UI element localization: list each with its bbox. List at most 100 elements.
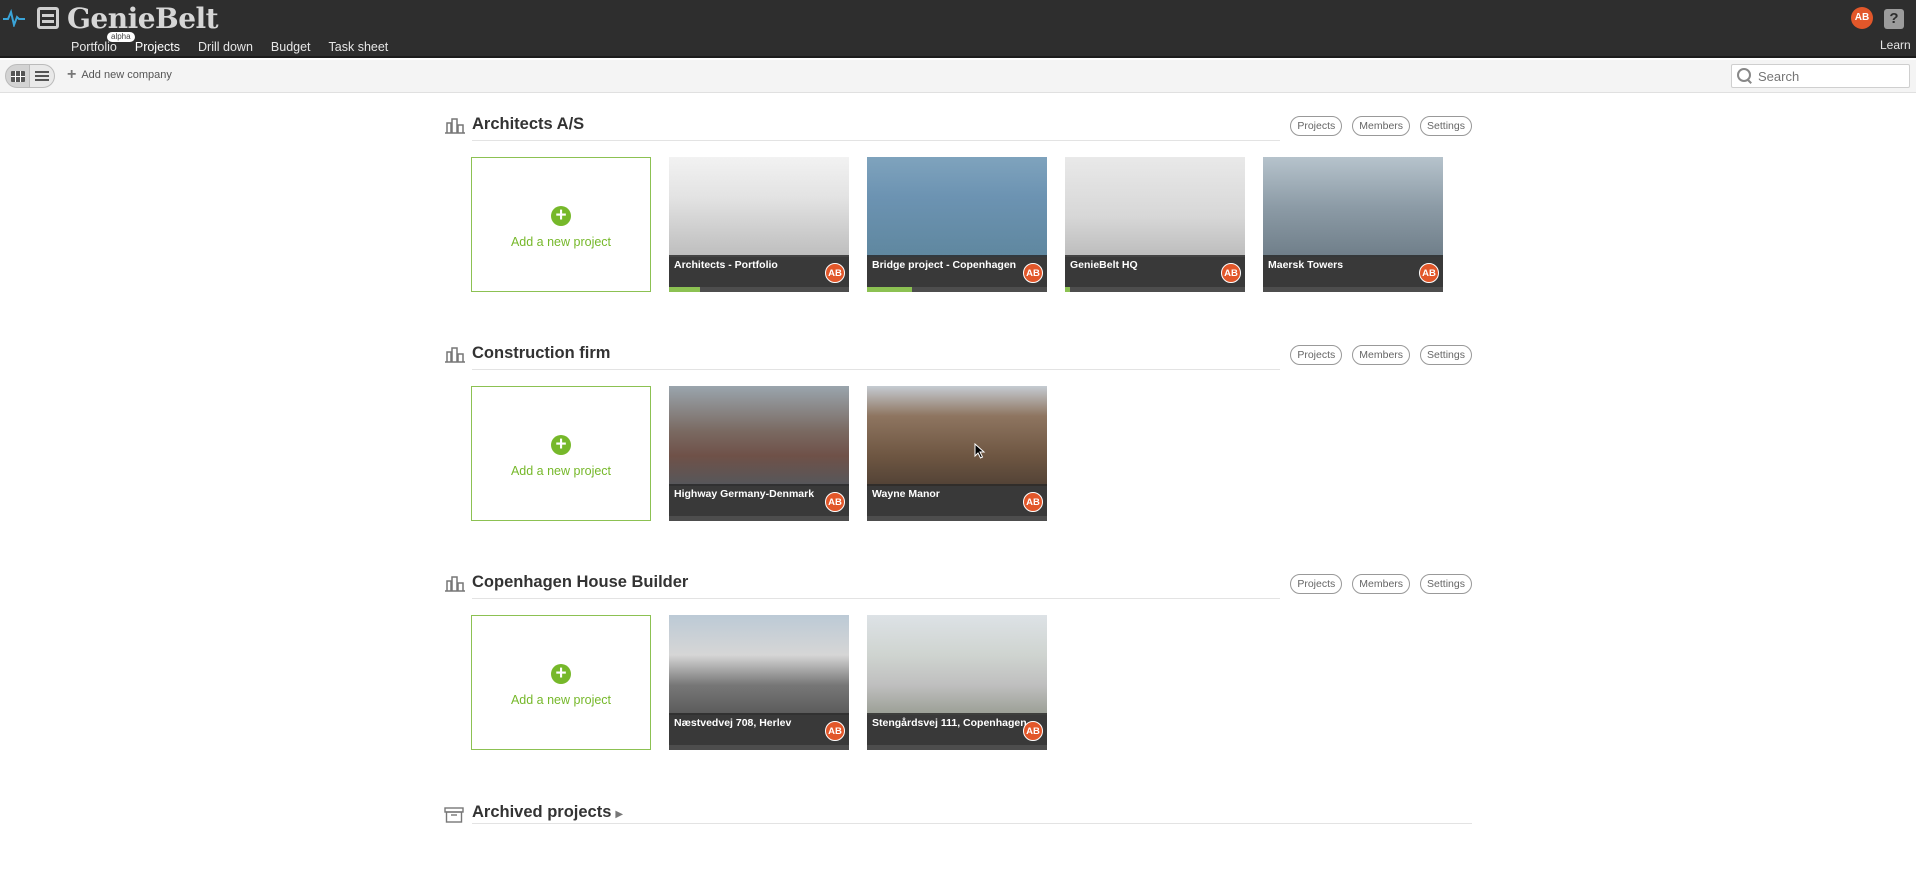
members-button[interactable]: Members xyxy=(1352,574,1411,594)
company-actions: Projects Members Settings xyxy=(1290,345,1472,365)
progress-bar xyxy=(1263,287,1443,292)
app-logo[interactable]: GenieBelt xyxy=(37,1,219,35)
progress-fill xyxy=(867,287,912,292)
settings-button[interactable]: Settings xyxy=(1420,116,1472,136)
project-owner-avatar[interactable]: AB xyxy=(1023,263,1043,283)
building-icon xyxy=(445,576,465,592)
list-icon xyxy=(35,71,49,81)
help-icon[interactable]: ? xyxy=(1884,9,1904,29)
projects-button[interactable]: Projects xyxy=(1290,116,1343,136)
company-header: Copenhagen House Builder Projects Member… xyxy=(442,568,1472,599)
project-card[interactable]: Næstvedvej 708, Herlev AB xyxy=(669,615,849,750)
add-project-label: Add a new project xyxy=(510,693,612,707)
toolbar: + Add new company xyxy=(0,60,1916,93)
project-owner-avatar[interactable]: AB xyxy=(1023,492,1043,512)
progress-bar xyxy=(669,745,849,750)
project-owner-avatar[interactable]: AB xyxy=(1221,263,1241,283)
project-owner-avatar[interactable]: AB xyxy=(825,263,845,283)
project-card[interactable]: Highway Germany-Denmark AB xyxy=(669,386,849,521)
company-actions: Projects Members Settings xyxy=(1290,574,1472,594)
projects-button[interactable]: Projects xyxy=(1290,345,1343,365)
project-cards: + Add a new project Næstvedvej 708, Herl… xyxy=(471,615,1047,750)
settings-button[interactable]: Settings xyxy=(1420,574,1472,594)
divider xyxy=(472,140,1280,141)
project-name: Maersk Towers xyxy=(1268,259,1344,271)
project-image xyxy=(867,157,1047,257)
activity-pulse-icon[interactable] xyxy=(3,9,25,27)
project-owner-avatar[interactable]: AB xyxy=(825,721,845,741)
project-cards: + Add a new project Architects - Portfol… xyxy=(471,157,1443,292)
add-project-label: Add a new project xyxy=(510,235,612,249)
members-button[interactable]: Members xyxy=(1352,345,1411,365)
grid-view-button[interactable] xyxy=(5,64,30,88)
project-name: Highway Germany-Denmark xyxy=(674,488,815,500)
projects-button[interactable]: Projects xyxy=(1290,574,1343,594)
archived-section: Archived projects ▶ xyxy=(442,800,1472,830)
company-name[interactable]: Construction firm xyxy=(472,344,610,363)
project-card[interactable]: Bridge project - Copenhagen AB xyxy=(867,157,1047,292)
project-image xyxy=(1065,157,1245,257)
archive-box-icon xyxy=(444,807,464,823)
nav-task-sheet[interactable]: Task sheet xyxy=(320,38,398,56)
members-button[interactable]: Members xyxy=(1352,116,1411,136)
add-project-label: Add a new project xyxy=(510,464,612,478)
progress-fill xyxy=(669,287,700,292)
nav-projects[interactable]: Projects xyxy=(126,38,189,62)
plus-icon: + xyxy=(67,66,77,83)
add-project-card[interactable]: + Add a new project xyxy=(471,615,651,750)
nav-portfolio[interactable]: Portfolio xyxy=(62,38,126,56)
divider xyxy=(472,598,1280,599)
project-card[interactable]: Stengårdsvej 111, Copenhagen AB xyxy=(867,615,1047,750)
project-cards: + Add a new project Highway Germany-Denm… xyxy=(471,386,1047,521)
add-project-card[interactable]: + Add a new project xyxy=(471,386,651,521)
project-name: Stengårdsvej 111, Copenhagen xyxy=(872,717,1027,729)
building-icon xyxy=(445,347,465,363)
company-actions: Projects Members Settings xyxy=(1290,116,1472,136)
company-header: Construction firm Projects Members Setti… xyxy=(442,339,1472,370)
add-circle-icon: + xyxy=(551,664,571,684)
project-card[interactable]: Wayne Manor AB xyxy=(867,386,1047,521)
add-company-button[interactable]: + Add new company xyxy=(67,66,172,83)
company-header: Architects A/S Projects Members Settings xyxy=(442,110,1472,141)
user-avatar[interactable]: AB xyxy=(1851,7,1873,29)
progress-bar xyxy=(669,516,849,521)
search-box[interactable] xyxy=(1731,64,1910,88)
logo-text: GenieBelt xyxy=(67,1,219,35)
add-project-card[interactable]: + Add a new project xyxy=(471,157,651,292)
project-image xyxy=(1263,157,1443,257)
company-name[interactable]: Copenhagen House Builder xyxy=(472,573,688,592)
nav-drill-down[interactable]: Drill down xyxy=(189,38,262,56)
progress-bar xyxy=(669,287,849,292)
company-section: Construction firm Projects Members Setti… xyxy=(442,339,1472,521)
progress-bar xyxy=(867,745,1047,750)
list-view-button[interactable] xyxy=(30,64,55,88)
project-name: Architects - Portfolio xyxy=(674,259,778,271)
project-card[interactable]: GenieBelt HQ AB xyxy=(1065,157,1245,292)
project-owner-avatar[interactable]: AB xyxy=(825,492,845,512)
top-bar: GenieBelt alpha Portfolio Projects Drill… xyxy=(0,0,1916,62)
learn-link[interactable]: Learn xyxy=(1880,38,1911,52)
project-image xyxy=(669,157,849,257)
project-owner-avatar[interactable]: AB xyxy=(1419,263,1439,283)
search-input[interactable] xyxy=(1758,68,1908,84)
settings-button[interactable]: Settings xyxy=(1420,345,1472,365)
grid-icon xyxy=(10,70,25,82)
company-section: Architects A/S Projects Members Settings… xyxy=(442,110,1472,292)
project-name: GenieBelt HQ xyxy=(1070,259,1138,271)
project-card[interactable]: Architects - Portfolio AB xyxy=(669,157,849,292)
archived-projects-label: Archived projects xyxy=(472,803,612,821)
company-name[interactable]: Architects A/S xyxy=(472,115,584,134)
view-toggle xyxy=(5,64,55,88)
company-section: Copenhagen House Builder Projects Member… xyxy=(442,568,1472,750)
nav-budget[interactable]: Budget xyxy=(262,38,320,56)
project-card[interactable]: Maersk Towers AB xyxy=(1263,157,1443,292)
project-image xyxy=(669,386,849,486)
progress-bar xyxy=(1065,287,1245,292)
archived-projects-toggle[interactable]: Archived projects ▶ xyxy=(472,803,623,822)
expand-arrow-icon: ▶ xyxy=(615,809,624,820)
project-name: Wayne Manor xyxy=(872,488,940,500)
project-owner-avatar[interactable]: AB xyxy=(1023,721,1043,741)
progress-fill xyxy=(1065,287,1071,292)
building-icon xyxy=(445,118,465,134)
project-image xyxy=(669,615,849,715)
